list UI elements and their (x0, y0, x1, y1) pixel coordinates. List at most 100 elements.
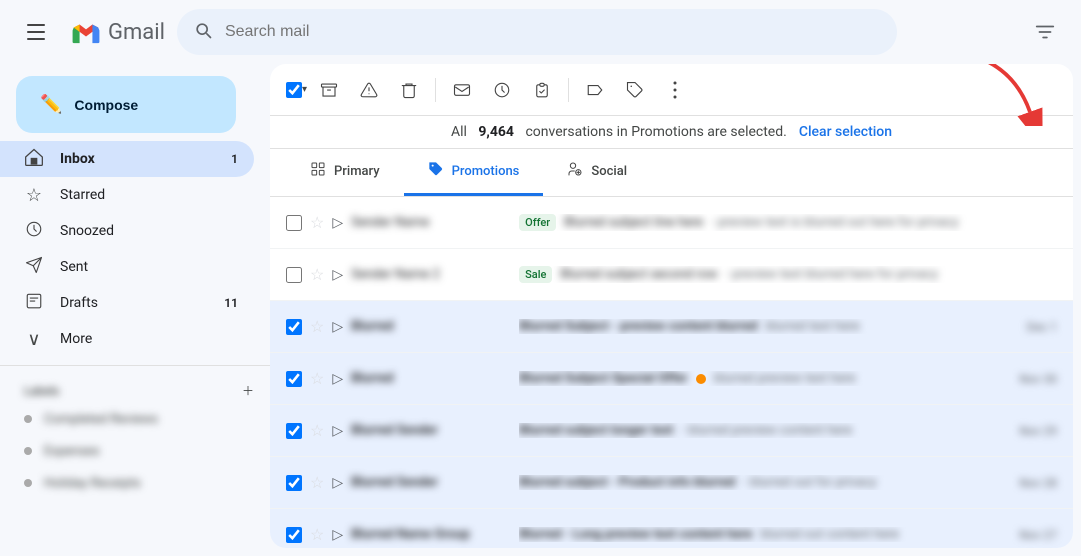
label-item-3[interactable]: Holiday Receipts (0, 467, 270, 499)
row-checkbox[interactable] (286, 215, 302, 231)
inbox-icon (24, 147, 44, 172)
star-icon[interactable]: ☆ (310, 421, 324, 440)
tab-social[interactable]: Social (543, 149, 651, 196)
compose-button[interactable]: ✏️ Compose (16, 76, 236, 133)
label-item-2[interactable]: Expenses (0, 435, 270, 467)
subject-snippet: Blurred subject - Product info blurred -… (519, 475, 1003, 490)
report-spam-button[interactable] (351, 72, 387, 108)
archive-button[interactable] (311, 72, 347, 108)
selection-count: 9,464 (478, 124, 514, 140)
row-checkbox[interactable] (286, 267, 302, 283)
sidebar-item-inbox[interactable]: Inbox 1 (0, 141, 254, 177)
select-all-checkbox[interactable] (286, 82, 302, 98)
select-all-wrap[interactable]: ▾ (286, 82, 307, 98)
sidebar: ✏️ Compose Inbox 1 ☆ Starred Snoozed Sen… (0, 64, 270, 556)
snoozed-icon (24, 220, 44, 243)
promo-tag-icon: ▷ (332, 371, 343, 387)
table-row[interactable]: ☆ ▷ Blurred Sender Blurred subject - Pro… (270, 457, 1073, 509)
sender-name: Blurred Name Group (351, 527, 511, 542)
tab-social-label: Social (591, 164, 627, 179)
labels-header-text: Labels (24, 384, 59, 398)
sender-name: Blurred Sender (351, 423, 511, 438)
email-list: ☆ ▷ Sender Name Offer Blurred subject li… (270, 197, 1073, 548)
promo-tag-icon: ▷ (332, 319, 343, 335)
subject: Blurred subject second row (560, 267, 717, 282)
row-checkbox[interactable] (286, 371, 302, 387)
move-to-button[interactable] (577, 72, 613, 108)
select-dropdown-arrow[interactable]: ▾ (302, 84, 307, 95)
orange-dot (696, 374, 706, 384)
add-label-icon[interactable]: ＋ (242, 382, 254, 399)
sidebar-item-more[interactable]: ∨ More (0, 321, 254, 357)
sidebar-item-inbox-label: Inbox (60, 151, 215, 167)
row-checkbox[interactable] (286, 475, 302, 491)
table-row[interactable]: ☆ ▷ Sender Name 2 Sale Blurred subject s… (270, 249, 1073, 301)
sidebar-item-sent-label: Sent (60, 259, 238, 275)
snooze-button[interactable] (484, 72, 520, 108)
sidebar-item-inbox-badge: 1 (231, 152, 238, 166)
primary-tab-icon (310, 161, 326, 181)
gmail-logo[interactable]: Gmail (68, 18, 165, 46)
email-tabs: Primary Promotions Social (270, 149, 1073, 197)
sidebar-item-drafts-badge: 11 (224, 296, 238, 310)
table-row[interactable]: ☆ ▷ Sender Name Offer Blurred subject li… (270, 197, 1073, 249)
label-item-1[interactable]: Completed Reviews (0, 403, 270, 435)
search-input[interactable] (225, 23, 881, 41)
sidebar-item-drafts[interactable]: Drafts 11 (0, 285, 254, 321)
sidebar-item-more-label: More (60, 331, 238, 347)
label-name-1: Completed Reviews (44, 412, 158, 427)
selection-pre-text: All (451, 124, 467, 140)
hamburger-icon (27, 24, 45, 40)
tab-promotions[interactable]: Promotions (404, 149, 544, 196)
selection-mid-text: conversations in Promotions are selected… (525, 124, 786, 140)
selection-bar-container: All 9,464 conversations in Promotions ar… (270, 116, 1073, 149)
sidebar-item-sent[interactable]: Sent (0, 249, 254, 285)
mark-important-button[interactable] (524, 72, 560, 108)
row-checkbox[interactable] (286, 527, 302, 543)
email-time: Dec 1 (1027, 320, 1057, 334)
subject-snippet: Blurred subject longer text - blurred pr… (519, 423, 1003, 438)
promotions-tab-icon (428, 161, 444, 181)
toolbar-divider-1 (435, 78, 436, 102)
delete-button[interactable] (391, 72, 427, 108)
row-checkbox[interactable] (286, 319, 302, 335)
mark-read-button[interactable] (444, 72, 480, 108)
tab-primary[interactable]: Primary (286, 149, 404, 196)
row-checkbox[interactable] (286, 423, 302, 439)
menu-button[interactable] (16, 12, 56, 52)
more-actions-button[interactable] (657, 72, 693, 108)
clear-selection-link[interactable]: Clear selection (799, 124, 892, 140)
star-icon[interactable]: ☆ (310, 317, 324, 336)
filter-button[interactable] (1025, 12, 1065, 52)
subject-snippet: Sale Blurred subject second row - previe… (519, 266, 1057, 283)
label-name-3: Holiday Receipts (44, 476, 141, 491)
table-row[interactable]: ☆ ▷ Blurred Blurred Subject Special Offe… (270, 353, 1073, 405)
star-icon[interactable]: ☆ (310, 369, 324, 388)
sender-name: Blurred Sender (351, 475, 511, 490)
snippet: - preview text is blurred out here for p… (711, 215, 959, 230)
sidebar-item-snoozed[interactable]: Snoozed (0, 213, 254, 249)
star-icon[interactable]: ☆ (310, 473, 324, 492)
sidebar-divider (0, 365, 270, 366)
snippet: blurred text here (766, 319, 860, 334)
subject-snippet: Blurred Subject Special Offer blurred pr… (519, 371, 1003, 386)
subject-snippet: Blurred Subject - preview content blurre… (519, 319, 1011, 334)
sidebar-item-starred-label: Starred (60, 187, 238, 203)
star-icon[interactable]: ☆ (310, 213, 324, 232)
promo-tag-icon: ▷ (332, 527, 343, 543)
table-row[interactable]: ☆ ▷ Blurred Sender Blurred subject longe… (270, 405, 1073, 457)
toolbar-divider-2 (568, 78, 569, 102)
label-button[interactable] (617, 72, 653, 108)
star-icon[interactable]: ☆ (310, 265, 324, 284)
table-row[interactable]: ☆ ▷ Blurred Name Group Blurred - Long pr… (270, 509, 1073, 548)
star-icon[interactable]: ☆ (310, 525, 324, 544)
subject: Blurred Subject Special Offer (519, 371, 688, 386)
sender-name: Sender Name 2 (351, 267, 511, 282)
selection-bar: All 9,464 conversations in Promotions ar… (270, 116, 1073, 149)
promo-tag-icon: ▷ (332, 423, 343, 439)
snippet: blurred preview text here (714, 371, 856, 386)
sidebar-item-starred[interactable]: ☆ Starred (0, 177, 254, 213)
search-bar[interactable] (177, 9, 897, 55)
table-row[interactable]: ☆ ▷ Blurred Blurred Subject - preview co… (270, 301, 1073, 353)
email-time: Nov 28 (1019, 476, 1057, 490)
